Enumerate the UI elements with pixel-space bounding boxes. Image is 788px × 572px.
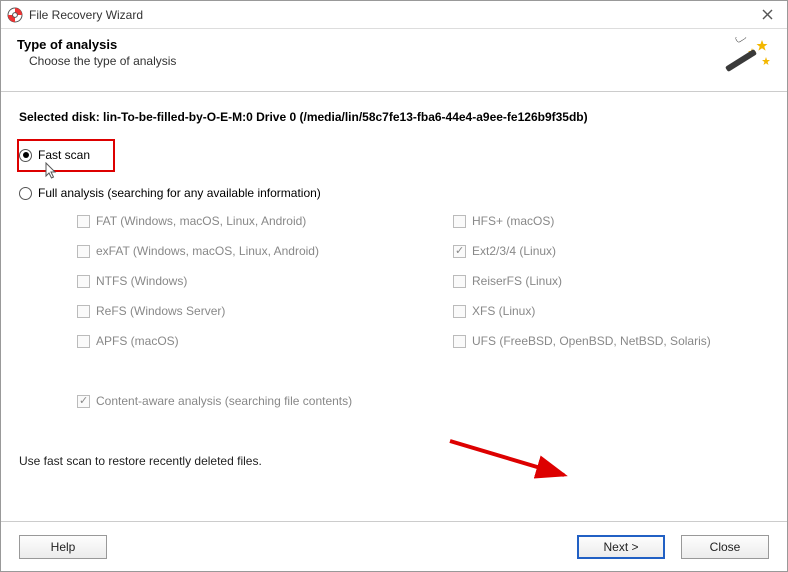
wizard-window: File Recovery Wizard Type of analysis Ch… (0, 0, 788, 572)
full-analysis-option[interactable]: Full analysis (searching for any availab… (19, 184, 769, 202)
close-icon (762, 9, 773, 20)
checkbox-icon (453, 335, 466, 348)
checkbox-icon (453, 275, 466, 288)
checkbox-icon (77, 275, 90, 288)
wizard-wand-icon (725, 37, 771, 77)
checkbox-icon (77, 215, 90, 228)
checkbox-icon (77, 245, 90, 258)
close-window-button[interactable] (747, 1, 787, 29)
page-subtitle: Choose the type of analysis (17, 54, 725, 68)
close-button[interactable]: Close (681, 535, 769, 559)
help-button[interactable]: Help (19, 535, 107, 559)
app-icon (7, 7, 23, 23)
fast-scan-option[interactable]: Fast scan (19, 146, 769, 164)
selected-disk-label: Selected disk: lin-To-be-filled-by-O-E-M… (19, 110, 769, 124)
checkbox-icon (453, 305, 466, 318)
fs-option-ntfs: NTFS (Windows) (77, 274, 393, 288)
fs-option-hfs: HFS+ (macOS) (453, 214, 769, 228)
checkbox-checked-icon (453, 245, 466, 258)
radio-checked-icon (19, 149, 32, 162)
wizard-header: Type of analysis Choose the type of anal… (1, 29, 787, 92)
wizard-body: Selected disk: lin-To-be-filled-by-O-E-M… (1, 92, 787, 521)
radio-unchecked-icon (19, 187, 32, 200)
hint-text: Use fast scan to restore recently delete… (19, 454, 769, 468)
wizard-footer: Help Next > Close (1, 521, 787, 571)
checkbox-checked-icon (77, 395, 90, 408)
filesystem-options-grid: FAT (Windows, macOS, Linux, Android) exF… (77, 214, 769, 364)
fs-option-fat: FAT (Windows, macOS, Linux, Android) (77, 214, 393, 228)
content-aware-option: Content-aware analysis (searching file c… (77, 394, 769, 408)
content-aware-label: Content-aware analysis (searching file c… (96, 394, 352, 408)
mouse-cursor-icon (45, 162, 59, 180)
checkbox-icon (77, 305, 90, 318)
checkbox-icon (453, 215, 466, 228)
fs-option-exfat: exFAT (Windows, macOS, Linux, Android) (77, 244, 393, 258)
fs-option-apfs: APFS (macOS) (77, 334, 393, 348)
fs-option-ufs: UFS (FreeBSD, OpenBSD, NetBSD, Solaris) (453, 334, 769, 348)
fs-option-ext: Ext2/3/4 (Linux) (453, 244, 769, 258)
page-title: Type of analysis (17, 37, 725, 52)
window-title: File Recovery Wizard (29, 8, 747, 22)
titlebar: File Recovery Wizard (1, 1, 787, 29)
next-button[interactable]: Next > (577, 535, 665, 559)
checkbox-icon (77, 335, 90, 348)
fs-option-xfs: XFS (Linux) (453, 304, 769, 318)
full-analysis-label: Full analysis (searching for any availab… (38, 186, 321, 200)
fs-option-reiser: ReiserFS (Linux) (453, 274, 769, 288)
fast-scan-label: Fast scan (38, 148, 90, 162)
fs-option-refs: ReFS (Windows Server) (77, 304, 393, 318)
